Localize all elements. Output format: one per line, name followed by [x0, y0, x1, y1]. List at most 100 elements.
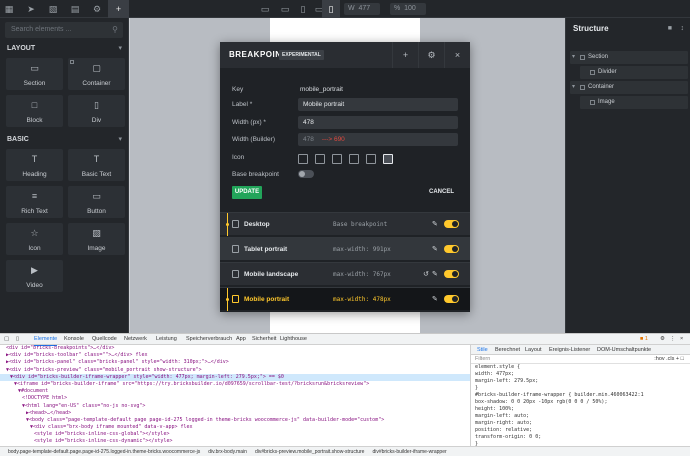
issues-badge[interactable]: ■ 1: [640, 334, 648, 345]
mobile-landscape-option-icon[interactable]: [366, 154, 376, 164]
expand-icon[interactable]: ↕: [681, 18, 685, 40]
dom-line[interactable]: ▼<div id="bricks-preview" class="mobile_…: [0, 367, 470, 374]
dom-line[interactable]: ▼#document: [0, 388, 470, 395]
builder-width-field[interactable]: 478 ---> 690: [298, 133, 458, 146]
inspect-icon[interactable]: ▢: [4, 334, 9, 345]
breakpoint-row[interactable]: Tablet portrait max-width: 991px ✎: [220, 237, 470, 260]
breakpoint-row[interactable]: Mobile portrait max-width: 478px ✎: [220, 287, 470, 311]
element-card[interactable]: □ Block: [6, 95, 63, 127]
dom-line[interactable]: ▼<div id="bricks-builder-iframe-wrapper"…: [0, 373, 470, 381]
devtools-tab[interactable]: Netzwerk: [124, 334, 147, 345]
chevron-down-icon[interactable]: ▾: [572, 51, 575, 64]
mobile-portrait-icon[interactable]: ▯: [322, 0, 340, 18]
gear-icon[interactable]: ⚙: [660, 334, 665, 345]
dom-line[interactable]: <!DOCTYPE html>: [0, 395, 470, 402]
zoom-field[interactable]: % 100: [390, 3, 426, 15]
devtools-tab[interactable]: Konsole: [64, 334, 84, 345]
styles-tab[interactable]: Stile: [477, 345, 488, 355]
breakpoint-toggle[interactable]: [444, 270, 459, 278]
device-toggle-icon[interactable]: ▯: [16, 334, 19, 345]
breadcrumb-item[interactable]: div#bricks-builder-iframe-wrapper: [372, 447, 446, 456]
dom-tree[interactable]: <div id="bricks-breakpoints">…</div> ▶<di…: [0, 345, 470, 446]
category-header[interactable]: LAYOUT ▾: [0, 42, 128, 56]
add-element-icon[interactable]: +: [108, 0, 129, 18]
mobile-portrait-option-icon[interactable]: [383, 154, 393, 164]
width-field[interactable]: W 477: [344, 3, 380, 15]
element-card[interactable]: ▶ Video: [6, 260, 63, 292]
dom-line[interactable]: ▼<iframe id="bricks-builder-iframe" src=…: [0, 381, 470, 388]
category-header[interactable]: BASIC ▾: [0, 133, 128, 147]
breakpoint-toggle[interactable]: [444, 245, 459, 253]
devtools-tab[interactable]: Speicherverbrauch: [186, 334, 232, 345]
styles-tab[interactable]: Ereignis-Listener: [549, 345, 590, 355]
chevron-down-icon[interactable]: ▾: [118, 42, 122, 56]
reset-icon[interactable]: ↺: [423, 263, 429, 286]
breadcrumb-item[interactable]: div#bricks-preview.mobile_portrait.show-…: [255, 447, 365, 456]
label-field[interactable]: Mobile portrait: [298, 98, 458, 111]
edit-icon[interactable]: ✎: [432, 238, 438, 261]
more-icon[interactable]: ⋮: [670, 334, 676, 345]
add-breakpoint-icon[interactable]: +: [392, 42, 418, 68]
breakpoint-row[interactable]: Desktop Base breakpoint ✎: [220, 212, 470, 236]
trash-icon[interactable]: ■: [668, 18, 672, 40]
devtools-tab[interactable]: Leistung: [156, 334, 177, 345]
dom-line[interactable]: ▼<div class="brx-body iframe mounted" da…: [0, 424, 470, 431]
cancel-button[interactable]: CANCEL: [429, 186, 454, 199]
dom-line[interactable]: ▶<div id="bricks-toolbar" class="">…</di…: [0, 352, 470, 359]
element-card[interactable]: ☆ Icon: [6, 223, 63, 255]
filter-tools[interactable]: :hov .cls + □: [654, 355, 684, 364]
dom-line[interactable]: ▶<div id="bricks-panel" class="bricks-pa…: [0, 359, 470, 366]
devtools-tab[interactable]: Sicherheit: [252, 334, 276, 345]
gear-icon[interactable]: ⚙: [418, 42, 444, 68]
element-card[interactable]: ▭ Button: [68, 186, 125, 218]
edit-icon[interactable]: ✎: [432, 213, 438, 236]
devtools-tab[interactable]: Quellcode: [92, 334, 117, 345]
styles-filter-input[interactable]: Filtern:hov .cls + □: [471, 355, 690, 364]
element-card[interactable]: ▨ Image: [68, 223, 125, 255]
close-icon[interactable]: ×: [680, 334, 683, 345]
element-card[interactable]: T Basic Text: [68, 149, 125, 181]
structure-node[interactable]: ▾ Container: [570, 81, 688, 94]
chevron-down-icon[interactable]: ▾: [572, 81, 575, 94]
grid-icon[interactable]: ▦: [0, 0, 18, 18]
breakpoint-toggle[interactable]: [444, 295, 459, 303]
pages-icon[interactable]: ▧: [44, 0, 62, 18]
templates-icon[interactable]: ▤: [66, 0, 84, 18]
laptop-icon[interactable]: [315, 154, 325, 164]
cursor-icon[interactable]: ➤: [22, 0, 40, 18]
dom-line[interactable]: ▼<html lang="en-US" class="no-js no-svg"…: [0, 403, 470, 410]
devtools-tab[interactable]: App: [236, 334, 246, 345]
edit-icon[interactable]: ✎: [432, 288, 438, 311]
element-card[interactable]: ▭ Section: [6, 58, 63, 90]
element-card[interactable]: ▢ Container: [68, 58, 125, 90]
tablet-portrait-option-icon[interactable]: [349, 154, 359, 164]
element-card[interactable]: ▯ Div: [68, 95, 125, 127]
dom-line[interactable]: ▼<body class="page-template-default page…: [0, 417, 470, 424]
devtools-tab[interactable]: Lighthouse: [280, 334, 307, 345]
desktop-breakpoint-icon[interactable]: ▭: [256, 0, 274, 18]
dom-line[interactable]: <style id="bricks-inline-css-global"></s…: [0, 431, 470, 438]
dom-line[interactable]: <div id="bricks-breakpoints">…</div>: [0, 345, 470, 352]
base-breakpoint-toggle[interactable]: [298, 170, 314, 178]
breadcrumb-item[interactable]: div.brx-body.main: [208, 447, 247, 456]
structure-node[interactable]: Image: [580, 96, 688, 109]
breadcrumb-item[interactable]: body.page-template-default.page.page-id-…: [8, 447, 200, 456]
styles-tab[interactable]: Layout: [525, 345, 542, 355]
styles-tab[interactable]: Berechnet: [495, 345, 520, 355]
update-button[interactable]: UPDATE: [232, 186, 262, 199]
element-card[interactable]: T Heading: [6, 149, 63, 181]
edit-icon[interactable]: ✎: [432, 263, 438, 286]
dom-line[interactable]: ▶<head>…</head>: [0, 410, 470, 417]
element-card[interactable]: ≡ Rich Text: [6, 186, 63, 218]
width-px-field[interactable]: 478: [298, 116, 458, 129]
dom-line[interactable]: <style id="bricks-inline-css-dynamic"></…: [0, 438, 470, 445]
chevron-down-icon[interactable]: ▾: [118, 133, 122, 147]
desktop-icon[interactable]: [298, 154, 308, 164]
styles-tab[interactable]: DOM-Umschaltpunkte: [597, 345, 651, 355]
close-icon[interactable]: ×: [444, 42, 470, 68]
breakpoint-row[interactable]: Mobile landscape max-width: 767px ↺ ✎: [220, 262, 470, 285]
tablet-landscape-option-icon[interactable]: [332, 154, 342, 164]
tablet-landscape-icon[interactable]: ▭: [276, 0, 294, 18]
settings-icon[interactable]: ⚙: [88, 0, 106, 18]
structure-node[interactable]: ▾ Section: [570, 51, 688, 64]
